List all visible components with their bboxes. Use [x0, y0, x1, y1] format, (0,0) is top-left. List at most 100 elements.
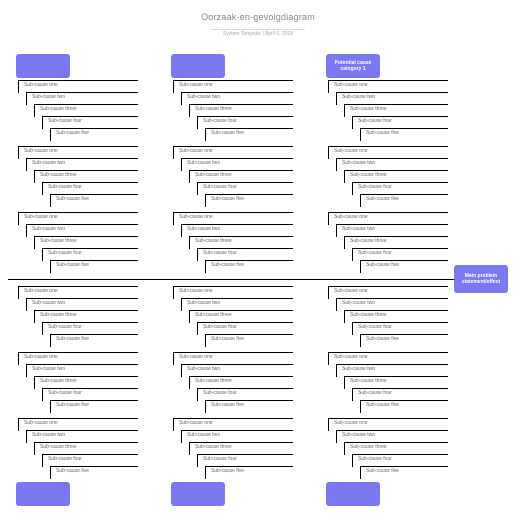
subcause-row[interactable]: Sub-cause four	[197, 454, 293, 466]
subcause-row[interactable]: Sub-cause three	[344, 170, 448, 182]
subcause-row[interactable]: Sub-cause four	[197, 248, 293, 260]
subcause-row[interactable]: Sub-cause three	[344, 104, 448, 116]
subcause-row[interactable]: Sub-cause five	[205, 194, 293, 206]
category-box-bottom-2[interactable]	[171, 482, 225, 506]
subcause-row[interactable]: Sub-cause three	[189, 376, 293, 388]
subcause-row[interactable]: Sub-cause five	[205, 334, 293, 346]
subcause-row[interactable]: Sub-cause four	[197, 182, 293, 194]
subcause-row[interactable]: Sub-cause three	[189, 236, 293, 248]
subcause-row[interactable]: Sub-cause two	[181, 430, 293, 442]
subcause-row[interactable]: Sub-cause three	[189, 442, 293, 454]
category-box-bottom-3[interactable]	[326, 482, 380, 506]
subcause-row[interactable]: Sub-cause three	[34, 310, 138, 322]
subcause-row[interactable]: Sub-cause two	[181, 92, 293, 104]
subcause-row[interactable]: Sub-cause two	[336, 224, 448, 236]
subcause-row[interactable]: Sub-cause three	[344, 442, 448, 454]
subcause-row[interactable]: Sub-cause three	[189, 310, 293, 322]
subcause-row[interactable]: Sub-cause two	[181, 224, 293, 236]
category-box-top-2[interactable]	[171, 54, 225, 78]
subcause-row[interactable]: Sub-cause four	[352, 454, 448, 466]
subcause-row[interactable]: Sub-cause three	[189, 104, 293, 116]
subcause-row[interactable]: Sub-cause five	[360, 128, 448, 140]
subcause-row[interactable]: Sub-cause five	[360, 334, 448, 346]
subcause-row[interactable]: Sub-cause three	[34, 376, 138, 388]
subcause-row[interactable]: Sub-cause five	[205, 466, 293, 478]
subcause-row[interactable]: Sub-cause one	[173, 352, 293, 364]
subcause-row[interactable]: Sub-cause four	[352, 388, 448, 400]
subcause-row[interactable]: Sub-cause two	[26, 158, 138, 170]
subcause-row[interactable]: Sub-cause one	[328, 286, 448, 298]
subcause-row[interactable]: Sub-cause three	[344, 236, 448, 248]
subcause-row[interactable]: Sub-cause one	[18, 352, 138, 364]
subcause-row[interactable]: Sub-cause four	[42, 322, 138, 334]
subcause-row[interactable]: Sub-cause one	[328, 146, 448, 158]
subcause-row[interactable]: Sub-cause one	[328, 212, 448, 224]
subcause-row[interactable]: Sub-cause one	[18, 418, 138, 430]
subcause-row[interactable]: Sub-cause two	[26, 430, 138, 442]
subcause-row[interactable]: Sub-cause one	[173, 286, 293, 298]
subcause-row[interactable]: Sub-cause four	[42, 116, 138, 128]
subcause-row[interactable]: Sub-cause one	[328, 352, 448, 364]
subcause-row[interactable]: Sub-cause two	[26, 364, 138, 376]
subcause-label: Sub-cause four	[358, 390, 392, 396]
subcause-row[interactable]: Sub-cause four	[42, 388, 138, 400]
subcause-row[interactable]: Sub-cause one	[18, 212, 138, 224]
subcause-row[interactable]: Sub-cause four	[42, 454, 138, 466]
subcause-row[interactable]: Sub-cause five	[50, 128, 138, 140]
subcause-row[interactable]: Sub-cause one	[18, 286, 138, 298]
subcause-row[interactable]: Sub-cause four	[42, 182, 138, 194]
subcause-row[interactable]: Sub-cause three	[34, 104, 138, 116]
subcause-row[interactable]: Sub-cause five	[360, 194, 448, 206]
subcause-row[interactable]: Sub-cause three	[344, 310, 448, 322]
subcause-row[interactable]: Sub-cause five	[50, 466, 138, 478]
subcause-row[interactable]: Sub-cause five	[50, 260, 138, 272]
subcause-row[interactable]: Sub-cause four	[352, 182, 448, 194]
subcause-row[interactable]: Sub-cause two	[26, 224, 138, 236]
subcause-row[interactable]: Sub-cause one	[18, 80, 138, 92]
subcause-row[interactable]: Sub-cause one	[173, 146, 293, 158]
subcause-row[interactable]: Sub-cause four	[197, 322, 293, 334]
subcause-label: Sub-cause three	[195, 444, 232, 450]
subcause-row[interactable]: Sub-cause five	[205, 128, 293, 140]
subcause-row[interactable]: Sub-cause two	[336, 92, 448, 104]
subcause-group: Sub-cause one Sub-cause two Sub-cause th…	[173, 286, 323, 346]
subcause-row[interactable]: Sub-cause four	[197, 388, 293, 400]
subcause-row[interactable]: Sub-cause four	[352, 248, 448, 260]
subcause-row[interactable]: Sub-cause one	[173, 418, 293, 430]
subcause-row[interactable]: Sub-cause two	[336, 430, 448, 442]
subcause-row[interactable]: Sub-cause two	[181, 158, 293, 170]
subcause-row[interactable]: Sub-cause two	[336, 298, 448, 310]
subcause-row[interactable]: Sub-cause five	[50, 194, 138, 206]
subcause-row[interactable]: Sub-cause four	[352, 116, 448, 128]
subcause-row[interactable]: Sub-cause four	[42, 248, 138, 260]
subcause-row[interactable]: Sub-cause two	[336, 158, 448, 170]
subcause-row[interactable]: Sub-cause two	[26, 298, 138, 310]
subcause-row[interactable]: Sub-cause five	[50, 334, 138, 346]
subcause-row[interactable]: Sub-cause three	[344, 376, 448, 388]
subcause-row[interactable]: Sub-cause five	[50, 400, 138, 412]
subcause-row[interactable]: Sub-cause five	[205, 400, 293, 412]
subcause-row[interactable]: Sub-cause four	[352, 322, 448, 334]
subcause-row[interactable]: Sub-cause five	[205, 260, 293, 272]
subcause-label: Sub-cause five	[366, 130, 399, 136]
subcause-row[interactable]: Sub-cause two	[181, 298, 293, 310]
category-box-top-3[interactable]: Potential cause category 1	[326, 54, 380, 78]
subcause-row[interactable]: Sub-cause three	[34, 442, 138, 454]
subcause-row[interactable]: Sub-cause two	[26, 92, 138, 104]
subcause-row[interactable]: Sub-cause one	[173, 212, 293, 224]
subcause-row[interactable]: Sub-cause three	[189, 170, 293, 182]
subcause-row[interactable]: Sub-cause three	[34, 170, 138, 182]
subcause-row[interactable]: Sub-cause five	[360, 400, 448, 412]
subcause-row[interactable]: Sub-cause three	[34, 236, 138, 248]
subcause-row[interactable]: Sub-cause five	[360, 260, 448, 272]
subcause-row[interactable]: Sub-cause five	[360, 466, 448, 478]
category-box-top-1[interactable]	[16, 54, 70, 78]
category-box-bottom-1[interactable]	[16, 482, 70, 506]
subcause-row[interactable]: Sub-cause two	[336, 364, 448, 376]
subcause-row[interactable]: Sub-cause one	[173, 80, 293, 92]
subcause-row[interactable]: Sub-cause one	[328, 418, 448, 430]
subcause-row[interactable]: Sub-cause one	[18, 146, 138, 158]
subcause-row[interactable]: Sub-cause two	[181, 364, 293, 376]
subcause-row[interactable]: Sub-cause one	[328, 80, 448, 92]
subcause-row[interactable]: Sub-cause four	[197, 116, 293, 128]
